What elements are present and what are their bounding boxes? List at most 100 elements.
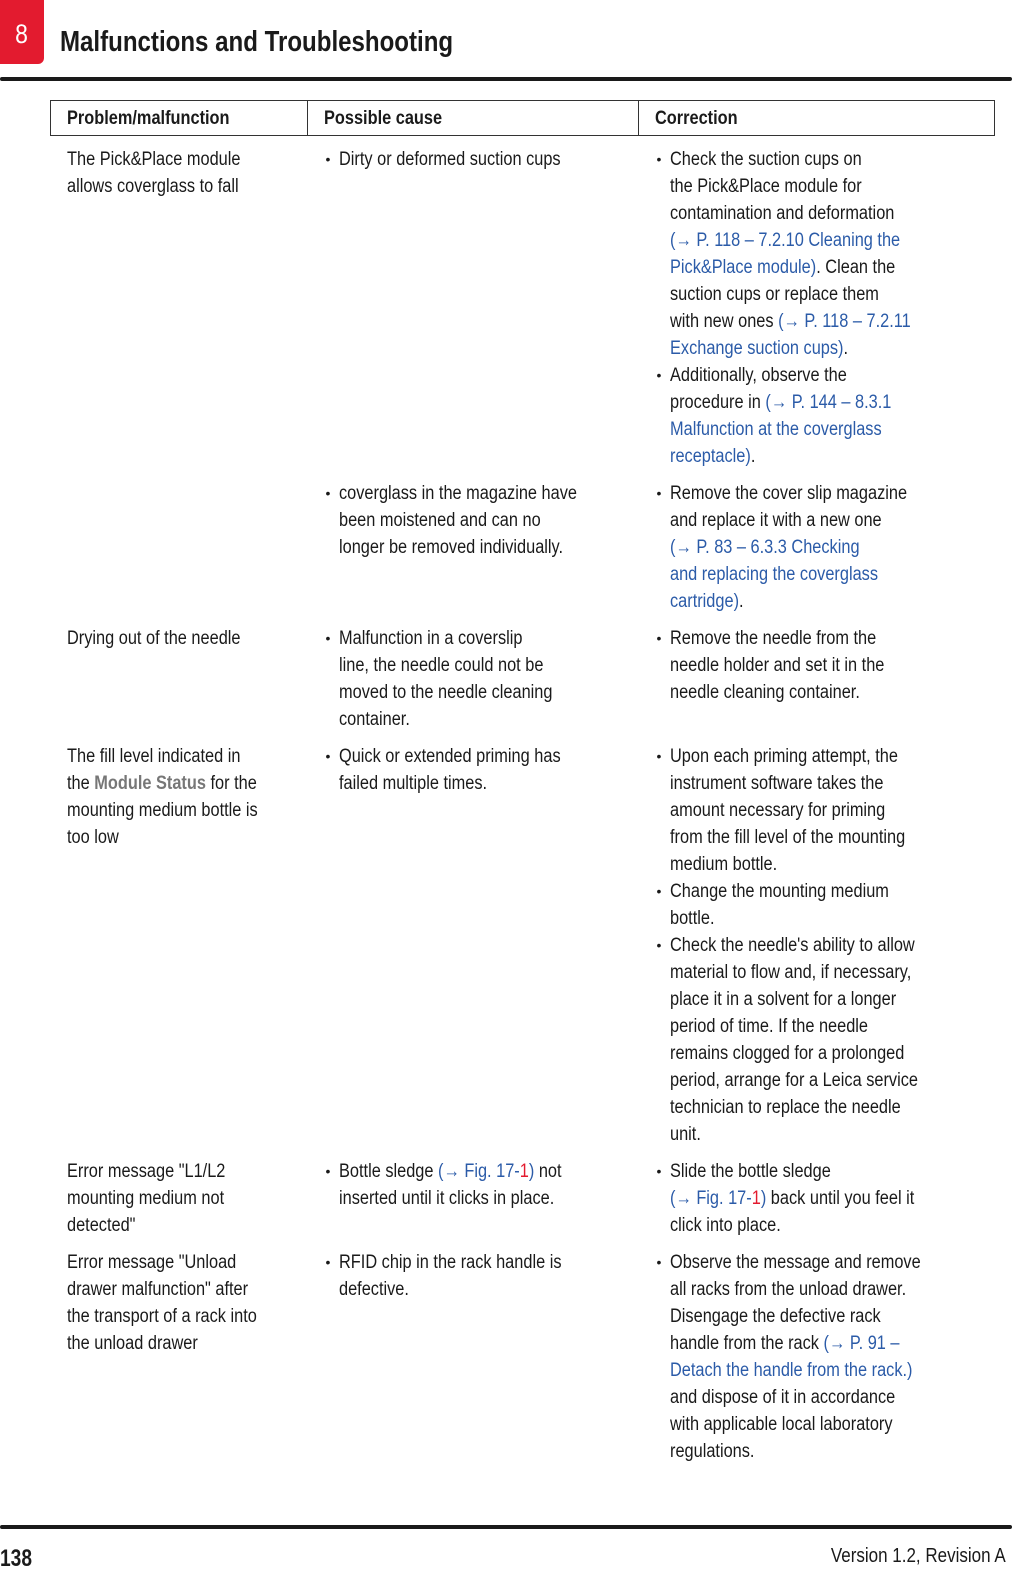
chapter-badge: 8 <box>0 0 44 64</box>
text-line: Upon each priming attempt, the <box>669 746 898 767</box>
text-line: Error message "Unload <box>66 1252 236 1273</box>
correction-item: • Upon each priming attempt, the instrumen… <box>639 743 995 878</box>
column-header-correction: Correction <box>638 100 995 136</box>
page-title: Malfunctions and Troubleshooting <box>60 26 454 58</box>
table-row: The fill level indicated in the Module St… <box>51 733 995 1148</box>
cross-reference-link[interactable]: (→ P. 91 – <box>823 1333 899 1354</box>
bullet-icon: • <box>656 630 662 646</box>
text-line: longer be removed individually. <box>338 537 563 558</box>
correction-item: • Check the suction cups on the Pick&Place… <box>639 146 995 362</box>
cross-reference-link[interactable]: Exchange suction cups) <box>670 338 843 359</box>
text-line: Change the mounting medium <box>669 881 889 902</box>
problem-cell: Error message "L1/L2 mounting medium not d… <box>51 1148 308 1239</box>
problem-cell: Error message "Unload drawer malfunction"… <box>51 1239 308 1465</box>
ui-term: Module Status <box>93 773 206 794</box>
text-line: allows coverglass to fall <box>66 176 239 197</box>
cross-reference-link[interactable]: (→ Fig. 17- <box>438 1161 520 1182</box>
text-line: The fill level indicated in <box>66 746 240 767</box>
text-line: too low <box>66 827 119 848</box>
text-line: defective. <box>338 1279 409 1300</box>
text-line: material to flow and, if necessary, <box>669 962 911 983</box>
text-line: been moistened and can no <box>338 510 541 531</box>
text-line: mounting medium bottle is <box>66 800 258 821</box>
correction-cell: • Remove the needle from the needle holder… <box>639 615 995 733</box>
text-line: Additionally, observe the <box>669 365 847 386</box>
figure-item-number[interactable]: 1 <box>751 1188 760 1209</box>
text-line: all racks from the unload drawer. <box>669 1279 906 1300</box>
cause-item: • RFID chip in the rack handle is defectiv… <box>308 1249 639 1303</box>
text-line: (→ Fig. 17-1) back until you feel it <box>669 1188 914 1209</box>
text-line: unit. <box>669 1124 701 1145</box>
text-line: contamination and deformation <box>669 203 894 224</box>
text-line: (→ P. 118 – 7.2.10 Cleaning the <box>670 227 900 254</box>
cause-item: • coverglass in the magazine have been moi… <box>308 480 639 561</box>
figure-item-number[interactable]: 1 <box>519 1161 528 1182</box>
text-line: procedure in (→ P. 144 – 8.3.1 <box>669 392 891 413</box>
text-line: (→ P. 83 – 6.3.3 Checking <box>670 534 860 561</box>
text-line: container. <box>338 709 410 730</box>
bullet-icon: • <box>656 485 662 501</box>
text-line: click into place. <box>669 1215 781 1236</box>
bullet-icon: • <box>325 1163 331 1179</box>
cross-reference-link[interactable]: and replacing the coverglass <box>670 564 878 585</box>
text-line: Bottle sledge (→ Fig. 17-1) not <box>338 1161 562 1182</box>
cross-reference-link[interactable]: ) <box>528 1161 533 1182</box>
table-row: Error message "L1/L2 mounting medium not d… <box>51 1148 995 1239</box>
correction-item: • Check the needle's ability to allow mate… <box>639 932 995 1148</box>
bullet-icon: • <box>656 937 662 953</box>
cause-cell: • Dirty or deformed suction cups <box>308 136 639 471</box>
correction-item: • Remove the needle from the needle holder… <box>639 625 995 706</box>
cross-reference-link[interactable]: Detach the handle from the rack.) <box>670 1360 913 1381</box>
text-line: receptacle). <box>669 446 755 467</box>
correction-item: • Additionally, observe the procedure in (… <box>639 362 995 470</box>
text-line: Check the suction cups on <box>669 149 862 170</box>
cross-reference-link[interactable]: (→ P. 118 – 7.2.10 Cleaning the <box>670 230 900 251</box>
text-line: instrument software takes the <box>669 773 883 794</box>
version-label: Version 1.2, Revision A <box>831 1545 1006 1567</box>
cross-reference-link[interactable]: ) <box>760 1188 765 1209</box>
cross-reference-link[interactable]: cartridge) <box>670 591 739 612</box>
cause-item: • Quick or extended priming has failed mul… <box>308 743 639 797</box>
text-line: detected" <box>66 1215 135 1236</box>
text-line: medium bottle. <box>669 854 777 875</box>
text-line: Detach the handle from the rack.) <box>670 1357 913 1384</box>
correction-cell: • Check the suction cups on the Pick&Place… <box>639 136 995 471</box>
problem-cell: Drying out of the needle <box>51 615 308 733</box>
cause-cell: • RFID chip in the rack handle is defectiv… <box>308 1239 639 1465</box>
column-header-cause: Possible cause <box>307 100 639 136</box>
text-line: with new ones (→ P. 118 – 7.2.11 <box>669 311 911 332</box>
text-line: bottle. <box>669 908 715 929</box>
bullet-icon: • <box>656 367 662 383</box>
text-line: mounting medium not <box>66 1188 224 1209</box>
text-line: Disengage the defective rack <box>669 1306 881 1327</box>
text-line: needle holder and set it in the <box>669 655 884 676</box>
correction-cell: • Remove the cover slip magazine and repla… <box>639 470 995 615</box>
text-line: and replacing the coverglass <box>670 561 878 588</box>
bullet-icon: • <box>325 630 331 646</box>
bullet-icon: • <box>656 1254 662 1270</box>
correction-item: • Change the mounting medium bottle. <box>639 878 995 932</box>
cross-reference-link[interactable]: (→ Fig. 17- <box>670 1188 752 1209</box>
cross-reference-link[interactable]: Pick&Place module) <box>670 257 816 278</box>
cross-reference-link[interactable]: Malfunction at the coverglass <box>670 419 882 440</box>
text-line: and replace it with a new one <box>669 510 882 531</box>
cross-reference-link[interactable]: (→ P. 144 – 8.3.1 <box>765 392 891 413</box>
text-line: with applicable local laboratory <box>669 1414 893 1435</box>
correction-item: • Remove the cover slip magazine and repla… <box>639 480 995 615</box>
cross-reference-link[interactable]: (→ P. 83 – 6.3.3 Checking <box>670 537 860 558</box>
text-line: the Pick&Place module for <box>669 176 862 197</box>
cross-reference-link[interactable]: (→ P. 118 – 7.2.11 <box>778 311 911 332</box>
cause-cell: • coverglass in the magazine have been moi… <box>308 470 639 615</box>
bullet-icon: • <box>325 151 331 167</box>
text-line: place it in a solvent for a longer <box>669 989 896 1010</box>
text-line: amount necessary for priming <box>669 800 885 821</box>
cross-reference-link[interactable]: receptacle) <box>670 446 751 467</box>
text-line: Malfunction at the coverglass <box>670 416 882 443</box>
text-line: drawer malfunction" after <box>66 1279 248 1300</box>
text-line: Pick&Place module). Clean the <box>669 257 895 278</box>
table-header-row: Problem/malfunction Possible cause Corre… <box>50 100 995 136</box>
text-line: the unload drawer <box>66 1333 198 1354</box>
bullet-icon: • <box>656 883 662 899</box>
header-divider <box>0 77 1012 81</box>
text-line: The Pick&Place module <box>66 149 240 170</box>
